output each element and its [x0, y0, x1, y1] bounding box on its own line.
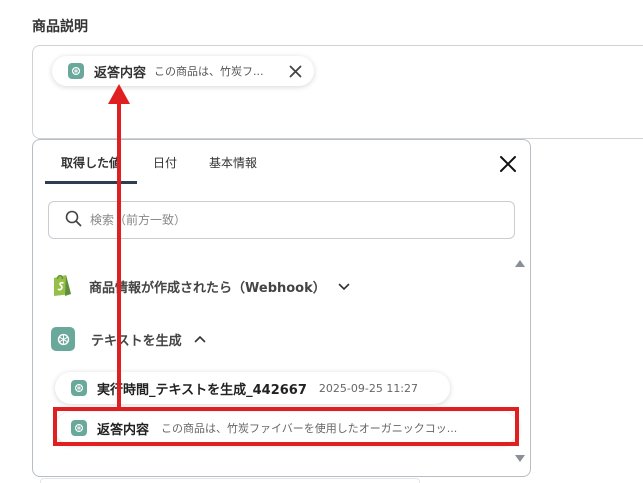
- group-generate-text[interactable]: テキストを生成: [51, 327, 206, 351]
- chatgpt-icon: [71, 380, 87, 396]
- close-icon[interactable]: [286, 62, 304, 80]
- list-item-title: 返答内容: [97, 422, 150, 438]
- tab-date[interactable]: 日付: [137, 140, 193, 184]
- chip-value: この商品は、竹炭フ...: [154, 65, 264, 78]
- close-icon[interactable]: [498, 154, 518, 174]
- chatgpt-icon: [51, 327, 75, 351]
- next-field-edge: [40, 478, 420, 483]
- list-item-execution-time[interactable]: 実行時間_テキストを生成_442667 2025-09-25 11:27: [55, 372, 450, 404]
- search-box: [48, 201, 515, 239]
- field-label: 商品説明: [32, 19, 88, 35]
- scroll-up-arrow-icon[interactable]: [515, 260, 525, 267]
- scroll-down-arrow-icon[interactable]: [515, 455, 525, 462]
- tab-retrieved-values[interactable]: 取得した値: [45, 140, 138, 184]
- value-picker-panel: 取得した値 日付 基本情報 検索（前方一致） 商品情報が作成されたら（Webho…: [32, 139, 531, 477]
- group-label: テキストを生成: [91, 333, 182, 349]
- chatgpt-icon: [68, 63, 84, 79]
- tab-basic-info[interactable]: 基本情報: [193, 140, 273, 184]
- chevron-up-icon[interactable]: [194, 335, 206, 343]
- group-shopify-webhook[interactable]: 商品情報が作成されたら（Webhook）: [51, 272, 350, 301]
- shopify-icon: [51, 272, 73, 301]
- chip-title: 返答内容: [94, 65, 147, 81]
- group-label: 商品情報が作成されたら（Webhook）: [89, 281, 326, 296]
- chevron-down-icon[interactable]: [338, 283, 350, 291]
- tab-bar: 取得した値 日付 基本情報: [45, 140, 273, 184]
- list-item-meta: この商品は、竹炭ファイバーを使用したオーガニックコッ...: [161, 422, 458, 435]
- chatgpt-icon: [71, 420, 87, 436]
- list-item-response-content[interactable]: 返答内容 この商品は、竹炭ファイバーを使用したオーガニックコッ...: [55, 412, 518, 444]
- search-icon: [65, 210, 82, 231]
- selected-value-chip[interactable]: 返答内容 この商品は、竹炭フ...: [52, 56, 314, 86]
- search-input[interactable]: [90, 213, 490, 227]
- list-item-meta: 2025-09-25 11:27: [318, 381, 419, 395]
- list-item-title: 実行時間_テキストを生成_442667: [97, 382, 307, 398]
- app-root: 商品説明 返答内容 この商品は、竹炭フ... 取得した値 日付 基本情報 検索（…: [0, 0, 643, 483]
